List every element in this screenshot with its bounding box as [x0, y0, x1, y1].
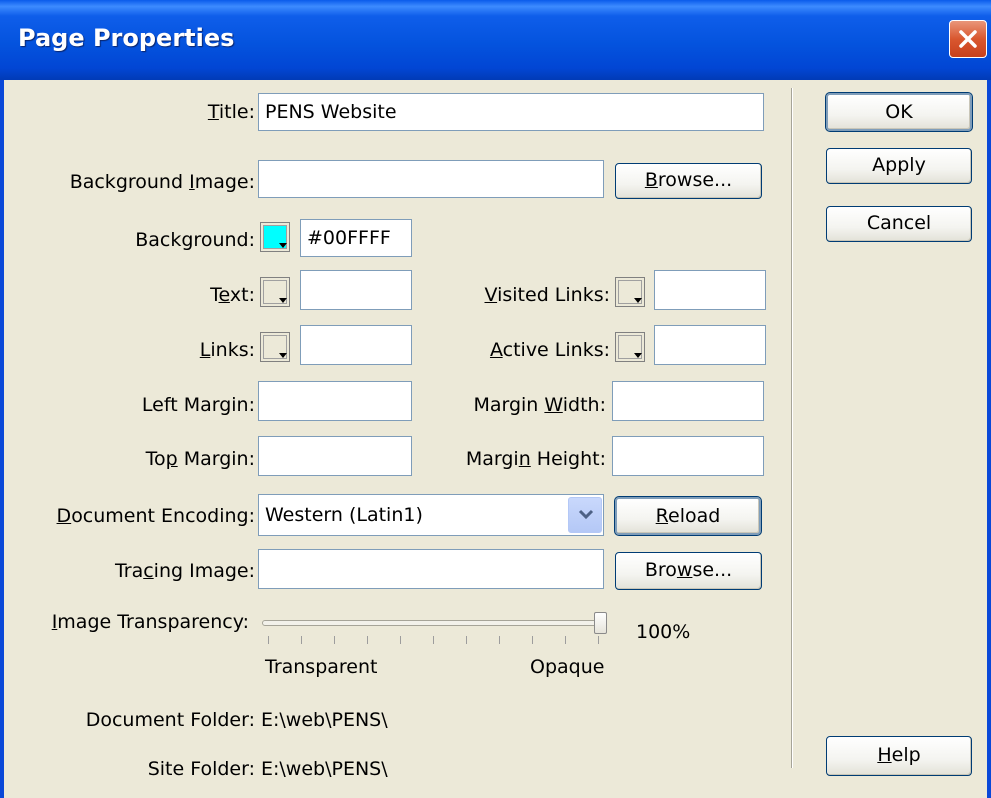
margin-height-label: Margin Height:	[465, 448, 606, 470]
transparent-label: Transparent	[265, 656, 378, 678]
top-margin-label: Top Margin:	[145, 448, 255, 470]
encoding-label: Document Encoding:	[56, 505, 255, 527]
slider-tick	[598, 636, 599, 644]
swatch-arrow-icon	[279, 353, 287, 358]
document-folder-label: Document Folder:	[85, 709, 255, 731]
links-label: Links:	[199, 339, 255, 361]
background-color-swatch[interactable]	[260, 222, 290, 252]
slider-tick	[400, 636, 401, 644]
left-margin-input[interactable]	[258, 381, 412, 421]
encoding-select[interactable]: Western (Latin1)	[258, 494, 604, 536]
window-frame-right	[987, 80, 991, 798]
top-margin-input[interactable]	[258, 436, 412, 476]
document-folder-value: E:\web\PENS\	[261, 709, 388, 731]
close-icon	[959, 30, 977, 48]
slider-tick	[565, 636, 566, 644]
margin-width-input[interactable]	[612, 381, 764, 421]
slider-tick	[532, 636, 533, 644]
cancel-button[interactable]: Cancel	[826, 206, 972, 242]
browse-bg-button[interactable]: Browse...	[615, 163, 762, 199]
title-input[interactable]: PENS Website	[258, 93, 764, 131]
active-links-label: Active Links:	[489, 339, 610, 361]
close-button[interactable]	[949, 20, 987, 58]
help-button[interactable]: Help	[826, 736, 972, 776]
slider-tick	[334, 636, 335, 644]
margin-height-input[interactable]	[612, 436, 764, 476]
swatch-arrow-icon	[634, 353, 642, 358]
bg-image-input[interactable]	[258, 160, 604, 198]
slider-tick	[301, 636, 302, 644]
site-folder-value: E:\web\PENS\	[261, 758, 388, 780]
reload-button[interactable]: Reload	[614, 496, 762, 536]
encoding-dropdown-button[interactable]	[568, 497, 602, 533]
transparency-label: Image Transparency:	[51, 611, 249, 633]
transparency-slider-thumb[interactable]	[594, 612, 607, 634]
active-links-input[interactable]	[654, 325, 766, 365]
visited-links-label: Visited Links:	[484, 284, 611, 306]
background-label: Background:	[135, 229, 255, 251]
active-links-swatch[interactable]	[615, 332, 645, 362]
vertical-divider	[791, 88, 792, 768]
ok-button[interactable]: OK	[825, 92, 973, 132]
browse-tracing-button[interactable]: Browse...	[615, 552, 762, 590]
tracing-image-label: Tracing Image:	[114, 560, 255, 582]
slider-tick	[433, 636, 434, 644]
bg-image-label: Background Image:	[69, 171, 255, 193]
title-label: Title:	[207, 101, 255, 123]
slider-tick	[268, 636, 269, 644]
transparency-slider-track[interactable]	[262, 620, 606, 626]
window-frame-left	[0, 80, 4, 798]
slider-tick	[367, 636, 368, 644]
margin-width-label: Margin Width:	[473, 394, 606, 416]
background-color-input[interactable]: #00FFFF	[300, 219, 412, 257]
slider-tick	[499, 636, 500, 644]
left-margin-label: Left Margin:	[141, 394, 255, 416]
tracing-image-input[interactable]	[258, 549, 604, 589]
text-color-input[interactable]	[300, 270, 412, 310]
links-color-swatch[interactable]	[260, 332, 290, 362]
swatch-arrow-icon	[279, 298, 287, 303]
visited-links-input[interactable]	[654, 270, 766, 310]
encoding-value: Western (Latin1)	[265, 504, 423, 526]
visited-links-swatch[interactable]	[615, 277, 645, 307]
slider-tick	[466, 636, 467, 644]
window-title: Page Properties	[18, 24, 235, 52]
opaque-label: Opaque	[530, 656, 605, 678]
transparency-value: 100%	[636, 621, 691, 643]
links-color-input[interactable]	[300, 325, 412, 365]
chevron-down-icon	[578, 509, 594, 520]
apply-button[interactable]: Apply	[826, 148, 972, 184]
site-folder-label: Site Folder:	[147, 758, 255, 780]
swatch-arrow-icon	[279, 243, 287, 248]
text-label: Text:	[210, 284, 255, 306]
text-color-swatch[interactable]	[260, 277, 290, 307]
swatch-arrow-icon	[634, 298, 642, 303]
